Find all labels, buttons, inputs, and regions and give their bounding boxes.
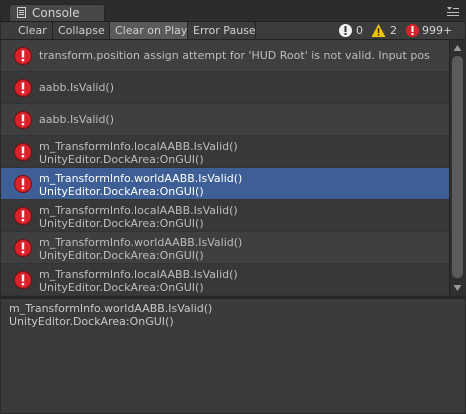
info-count: 0: [356, 24, 363, 37]
error-icon: [14, 79, 32, 97]
log-entry[interactable]: aabb.IsValid(): [1, 72, 449, 104]
warning-icon: [371, 24, 386, 37]
warning-count: 2: [390, 24, 397, 37]
error-icon: [14, 239, 32, 257]
console-toolbar: Clear Collapse Clear on Play Error Pause…: [1, 22, 465, 40]
error-icon: [406, 24, 419, 37]
log-entry-stacktrace: UnityEditor.DockArea:OnGUI(): [39, 217, 204, 230]
log-entry-message: m_TransformInfo.localAABB.IsValid(): [39, 140, 238, 153]
error-icon: [14, 207, 32, 225]
scroll-down-arrow-icon[interactable]: [452, 281, 463, 295]
window-menu-icon[interactable]: [447, 7, 459, 17]
log-scrollbar[interactable]: [449, 40, 465, 296]
log-entry[interactable]: m_TransformInfo.localAABB.IsValid() Unit…: [1, 200, 449, 232]
info-icon: [339, 24, 352, 37]
collapse-button[interactable]: Collapse: [53, 22, 110, 39]
scroll-thumb[interactable]: [452, 56, 463, 278]
log-entry[interactable]: m_TransformInfo.worldAABB.IsValid() Unit…: [1, 232, 449, 264]
log-entry-message: aabb.IsValid(): [39, 113, 115, 126]
log-entry-message: m_TransformInfo.localAABB.IsValid(): [39, 204, 238, 217]
error-count: 999+: [422, 24, 453, 37]
tab-label: Console: [32, 6, 80, 20]
error-icon: [14, 143, 32, 161]
tab-bar: Console: [1, 1, 465, 22]
warning-count-toggle[interactable]: 2: [371, 23, 401, 38]
error-icon: [14, 47, 32, 65]
clear-on-play-button[interactable]: Clear on Play: [110, 22, 188, 39]
error-pause-button[interactable]: Error Pause: [188, 22, 256, 39]
log-entry-message: m_TransformInfo.worldAABB.IsValid(): [39, 236, 243, 249]
log-entry[interactable]: aabb.IsValid(): [1, 104, 449, 136]
info-count-toggle[interactable]: 0: [338, 23, 368, 38]
log-entry-message: aabb.IsValid(): [39, 81, 115, 94]
log-entry-stacktrace: UnityEditor.DockArea:OnGUI(): [39, 153, 204, 166]
detail-panel: m_TransformInfo.worldAABB.IsValid() Unit…: [1, 299, 465, 413]
log-list: transform.position assign attempt for 'H…: [1, 40, 449, 296]
log-entry-message: transform.position assign attempt for 'H…: [39, 49, 430, 62]
detail-message: m_TransformInfo.worldAABB.IsValid(): [9, 302, 213, 315]
log-entry-selected[interactable]: m_TransformInfo.worldAABB.IsValid() Unit…: [1, 168, 449, 200]
error-count-toggle[interactable]: 999+: [405, 23, 453, 38]
clear-button[interactable]: Clear: [13, 22, 53, 39]
log-entry[interactable]: m_TransformInfo.localAABB.IsValid() Unit…: [1, 136, 449, 168]
scroll-up-arrow-icon[interactable]: [452, 41, 463, 55]
console-window: Console Clear Collapse Clear on Play Err…: [0, 0, 466, 414]
log-entry[interactable]: transform.position assign attempt for 'H…: [1, 40, 449, 72]
log-entry-message: m_TransformInfo.localAABB.IsValid(): [39, 268, 238, 281]
detail-stacktrace: UnityEditor.DockArea:OnGUI(): [9, 315, 174, 328]
log-entry-message: m_TransformInfo.worldAABB.IsValid(): [39, 172, 243, 185]
log-entry-stacktrace: UnityEditor.DockArea:OnGUI(): [39, 185, 204, 198]
console-icon: [17, 7, 26, 18]
error-icon: [14, 111, 32, 129]
error-icon: [14, 175, 32, 193]
tab-console[interactable]: Console: [9, 4, 105, 21]
log-entry-stacktrace: UnityEditor.DockArea:OnGUI(): [39, 281, 204, 294]
error-icon: [14, 271, 32, 289]
log-entry-stacktrace: UnityEditor.DockArea:OnGUI(): [39, 249, 204, 262]
log-entry[interactable]: m_TransformInfo.localAABB.IsValid() Unit…: [1, 264, 449, 296]
